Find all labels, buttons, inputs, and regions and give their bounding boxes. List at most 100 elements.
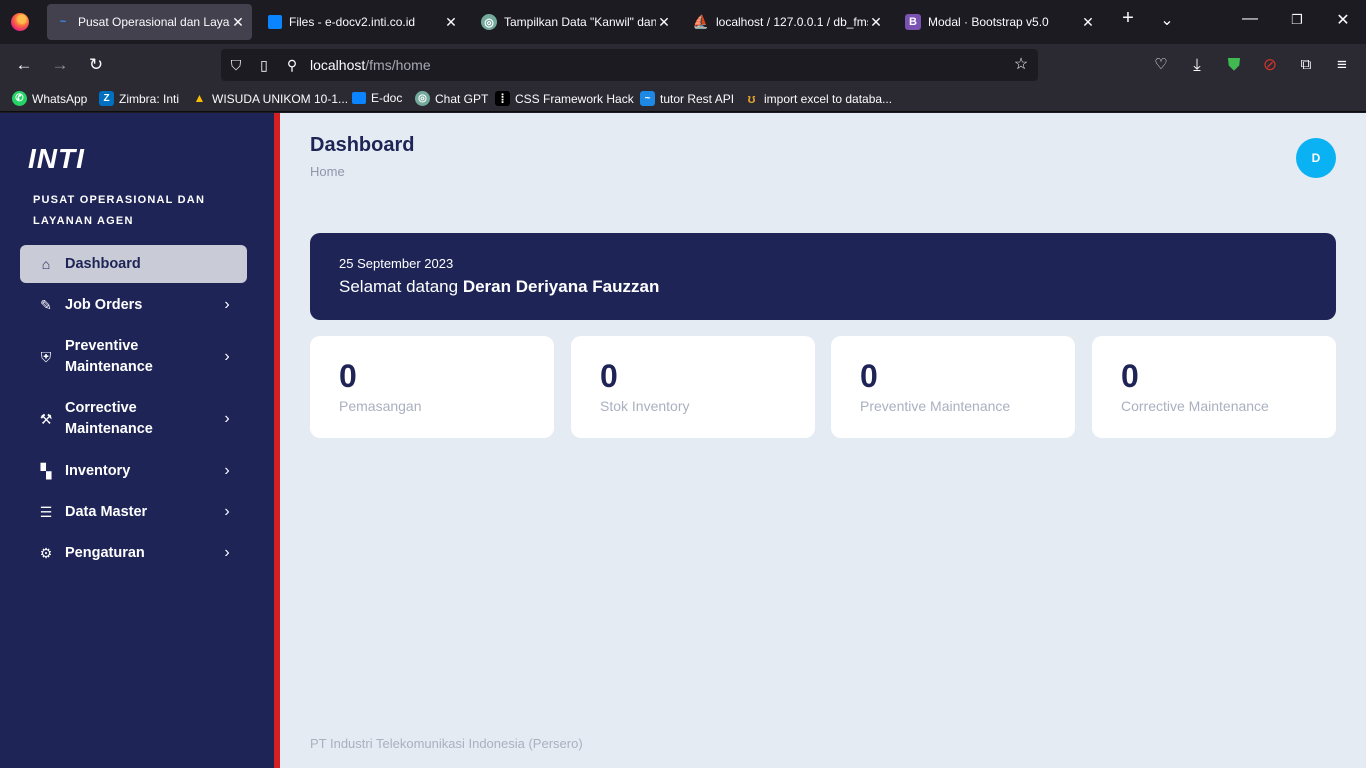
shield-tracking-icon[interactable]: ⛉ <box>227 56 245 74</box>
bookmark-import-excel[interactable]: ʊ import excel to databa... <box>744 91 892 106</box>
tab-list-chevron-down-icon[interactable]: ⌄ <box>1155 10 1179 30</box>
sidebar-item-label: Preventive Maintenance <box>65 338 153 375</box>
tab-title: Tampilkan Data "Kanwil" dan <box>504 15 656 29</box>
stat-value: 0 <box>1121 358 1139 394</box>
pocket-icon[interactable]: ♡ <box>1149 54 1173 76</box>
extensions-puzzle-icon[interactable]: ⧉ <box>1294 54 1318 76</box>
sidebar-item-dashboard[interactable]: ⌂ Dashboard <box>20 245 247 283</box>
whatsapp-icon: ✆ <box>12 91 27 106</box>
chevron-right-icon: › <box>224 410 230 427</box>
close-tab-icon[interactable]: ✕ <box>1080 14 1096 31</box>
chevron-right-icon: › <box>224 544 230 561</box>
avatar[interactable]: D <box>1296 138 1336 178</box>
stat-card-corrective-maintenance: 0 Corrective Maintenance <box>1092 336 1336 438</box>
zimbra-icon: Z <box>99 91 114 106</box>
bookmark-wisuda[interactable]: ▲ WISUDA UNIKOM 10-1... <box>192 91 348 106</box>
bookmark-zimbra[interactable]: Z Zimbra: Inti <box>99 91 179 106</box>
folder-icon <box>352 92 366 104</box>
new-tab-icon[interactable]: + <box>1116 7 1140 30</box>
bookmark-label: WhatsApp <box>32 91 88 106</box>
minimize-icon[interactable]: — <box>1238 10 1262 28</box>
welcome-greeting: Selamat datang Deran Deriyana Fauzzan <box>339 277 659 297</box>
stat-value: 0 <box>339 358 357 394</box>
bookmark-label: CSS Framework Hack <box>515 91 634 106</box>
chevron-right-icon: › <box>224 462 230 479</box>
close-tab-icon[interactable]: ✕ <box>868 14 884 31</box>
bookmarks-toolbar: ✆ WhatsApp Z Zimbra: Inti ▲ WISUDA UNIKOM 1… <box>0 86 1366 112</box>
stat-card-pemasangan: 0 Pemasangan <box>310 336 554 438</box>
files-favicon-icon <box>268 15 282 29</box>
chatgpt-icon: ◎ <box>415 91 430 106</box>
bookmark-whatsapp[interactable]: ✆ WhatsApp <box>12 91 87 106</box>
tab-title: Pusat Operasional dan Layanan Agen <box>78 15 230 29</box>
url-host: localhost <box>310 57 366 73</box>
permissions-icon[interactable]: ⚲ <box>283 56 301 74</box>
close-tab-icon[interactable]: ✕ <box>443 14 459 31</box>
stat-value: 0 <box>600 358 618 394</box>
sidebar-item-label: Dashboard <box>65 255 141 272</box>
sidebar-item-data-master[interactable]: ☰ Data Master › <box>20 493 247 531</box>
sidebar-item-corrective-maintenance[interactable]: ⚒ Corrective Maintenance › <box>20 398 247 440</box>
adblock-shield-icon[interactable]: ⛊ <box>1222 54 1246 76</box>
sidebar-item-preventive-maintenance[interactable]: ⛨ Preventive Maintenance › <box>20 336 247 378</box>
back-arrow-icon[interactable]: ← <box>12 54 36 76</box>
bookmark-label: E-doc <box>371 91 403 105</box>
stat-value: 0 <box>860 358 878 394</box>
url-text[interactable]: localhost/fms/home <box>310 57 431 73</box>
browser-tab[interactable]: B Modal · Bootstrap v5.0 ✕ <box>897 4 1102 40</box>
stat-label: Corrective Maintenance <box>1121 398 1269 414</box>
browser-tab-bar: ~ Pusat Operasional dan Layanan Agen ✕ F… <box>0 0 1366 44</box>
sidebar-item-label: Data Master <box>65 503 148 520</box>
chatgpt-favicon-icon: ◎ <box>481 14 497 30</box>
job-order-icon: ✎ <box>40 296 52 313</box>
bookmark-label: WISUDA UNIKOM 10-1... <box>212 91 349 106</box>
tab-title: Modal · Bootstrap v5.0 <box>928 15 1049 29</box>
footer-text: PT Industri Telekomunikasi Indonesia (Pe… <box>310 736 583 751</box>
browser-navigation-bar: ← → ↻ ⛉ ▯ ⚲ localhost/fms/home ☆ ♡ ⤓ ⛊ ⊘… <box>0 44 1366 86</box>
bookmark-css-framework[interactable]: ⁞ CSS Framework Hack <box>495 91 634 106</box>
google-drive-icon: ▲ <box>193 91 206 105</box>
sidebar-accent-divider <box>274 113 280 768</box>
sidebar-item-label: Corrective Maintenance <box>65 400 153 437</box>
breadcrumb[interactable]: Home <box>310 164 345 179</box>
reload-icon[interactable]: ↻ <box>84 54 108 76</box>
app-page: INTI PUSAT OPERASIONAL DAN LAYANAN AGEN … <box>0 113 1366 768</box>
address-bar[interactable]: ⛉ ▯ ⚲ localhost/fms/home ☆ <box>221 49 1038 81</box>
menu-hamburger-icon[interactable]: ≡ <box>1330 54 1354 76</box>
browser-tab[interactable]: Files - e-docv2.inti.co.id ✕ <box>260 4 465 40</box>
download-icon[interactable]: ⤓ <box>1185 54 1209 76</box>
restore-icon[interactable]: ❐ <box>1285 12 1309 28</box>
sidebar-item-job-orders[interactable]: ✎ Job Orders › <box>20 286 247 324</box>
bookmark-chatgpt[interactable]: ◎ Chat GPT <box>415 91 488 106</box>
forward-arrow-icon[interactable]: → <box>48 54 72 76</box>
bookmark-label: tutor Rest API <box>660 91 735 106</box>
sidebar-item-inventory[interactable]: ▚ Inventory › <box>20 452 247 490</box>
sidebar-item-pengaturan[interactable]: ⚙ Pengaturan › <box>20 534 247 572</box>
page-info-icon[interactable]: ▯ <box>255 56 273 74</box>
inti-logo[interactable]: INTI <box>28 143 85 175</box>
close-window-icon[interactable]: ✕ <box>1331 10 1355 30</box>
tab-title: Files - e-docv2.inti.co.id <box>289 15 416 29</box>
chevron-right-icon: › <box>224 296 230 313</box>
close-tab-icon[interactable]: ✕ <box>656 14 672 31</box>
bookmark-star-icon[interactable]: ☆ <box>1012 56 1030 74</box>
greeting-text: Selamat datang <box>339 277 459 296</box>
bookmark-edoc[interactable]: E-doc <box>352 91 402 105</box>
firefox-icon[interactable] <box>11 13 29 31</box>
welcome-date: 25 September 2023 <box>339 256 454 271</box>
browser-tab[interactable]: ◎ Tampilkan Data "Kanwil" dan ✕ <box>473 4 678 40</box>
extension-eye-icon[interactable]: ⊘ <box>1258 54 1282 76</box>
wrench-icon: ⚒ <box>39 410 53 427</box>
chevron-right-icon: › <box>224 348 230 365</box>
user-name: Deran Deriyana Fauzzan <box>462 277 660 296</box>
brand-title: PUSAT OPERASIONAL DAN LAYANAN AGEN <box>33 194 206 227</box>
stat-card-stok-inventory: 0 Stok Inventory <box>571 336 815 438</box>
css-hack-icon: ⁞ <box>495 91 510 106</box>
close-tab-icon[interactable]: ✕ <box>230 14 246 31</box>
shield-icon: ⛨ <box>40 348 52 365</box>
browser-tab[interactable]: ⛵ localhost / 127.0.0.1 / db_fms ✕ <box>685 4 890 40</box>
boxes-icon: ▚ <box>40 462 52 479</box>
bookmark-rest-api[interactable]: ~ tutor Rest API <box>640 91 734 106</box>
browser-tab-active[interactable]: ~ Pusat Operasional dan Layanan Agen ✕ <box>47 4 252 40</box>
bookmark-label: import excel to databa... <box>764 91 893 106</box>
